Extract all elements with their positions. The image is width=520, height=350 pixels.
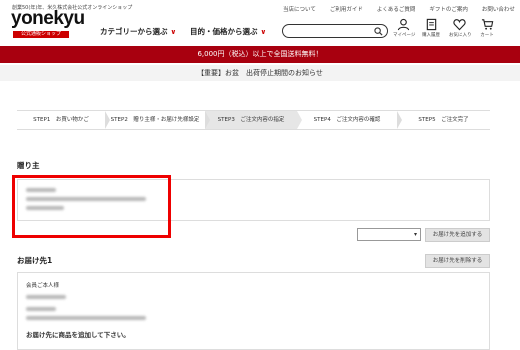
top-links: 当店について ご利用ガイド よくあるご質問 ギフトのご案内 お問い合わせ [283,5,515,13]
cart-icon [481,19,493,30]
logo-badge: 公式通販ショップ [13,31,69,38]
recipient-line-blurred [26,295,66,299]
search-input[interactable] [282,24,388,38]
mypage-icon [397,18,409,31]
step-3-label: STEP3 ご注文内容の指定 [217,117,285,123]
empty-delivery-message: お届け先に商品を追加して下さい。 [26,331,130,339]
notice-link[interactable]: 【重要】お盆 出荷停止期間のお知らせ [0,65,520,81]
recipient-address-blurred [26,316,146,320]
mypage-button[interactable]: マイページ [393,18,416,38]
history-label: 購入履歴 [422,33,440,38]
step-2: STEP2 贈り主様・お届け先様設定 [105,111,210,129]
address-select[interactable]: ▾ [357,228,421,241]
link-faq[interactable]: よくあるご質問 [377,5,416,13]
chevron-down-icon: ▾ [413,231,417,238]
link-about[interactable]: 当店について [283,5,316,13]
checkout-steps: STEP1 お買い物かご STEP2 贈り主様・お届け先様設定 STEP3 ご注… [17,110,490,130]
step-5: STEP5 ご注文完了 [397,111,490,129]
step-2-label: STEP2 贈り主様・お届け先様設定 [110,117,200,123]
search-icon[interactable] [374,27,383,36]
nav-purpose[interactable]: 目的・価格から選ぶ ∨ [190,26,266,37]
free-shipping-banner: 6,000円（税込）以上で全国送料無料！ [0,46,520,63]
header-icons: マイページ 購入履歴 お気に入り カート [393,18,497,38]
nav-category-label: カテゴリーから選ぶ [100,27,168,36]
nav-category[interactable]: カテゴリーから選ぶ ∨ [100,26,176,37]
site-logo[interactable]: yonekyu [11,9,85,28]
recipient-name: 会員ご本人様 [26,283,60,289]
highlight-box [12,175,171,238]
site-header: 創業50(年)年、米久株式会社公式オンラインショップ yonekyu 公式通販シ… [0,0,520,42]
link-gift[interactable]: ギフトのご案内 [429,5,468,13]
favorite-label: お気に入り [449,33,472,38]
recipient-postal-blurred [26,307,56,311]
history-button[interactable]: 購入履歴 [421,18,441,38]
delivery-panel: 会員ご本人様 お届け先に商品を追加して下さい。 [17,272,490,350]
delivery-title: お届け先1 [17,256,53,265]
sender-title: 贈り主 [17,161,40,170]
link-contact[interactable]: お問い合わせ [482,5,515,13]
step-4-label: STEP4 ご注文内容の確認 [313,117,381,123]
step-3: STEP3 ご注文内容の指定 [205,111,302,129]
step-1: STEP1 お買い物かご [17,111,110,129]
favorite-button[interactable]: お気に入り [449,18,472,38]
link-guide[interactable]: ご利用ガイド [330,5,363,13]
step-5-label: STEP5 ご注文完了 [418,117,469,123]
history-icon [426,18,436,31]
nav-purpose-label: 目的・価格から選ぶ [190,27,258,36]
favorite-icon [452,19,466,31]
add-delivery-button[interactable]: お届け先を追加する [425,228,490,242]
mypage-label: マイページ [393,33,416,38]
chevron-down-icon: ∨ [260,27,267,36]
delete-delivery-button[interactable]: お届け先を削除する [425,254,490,268]
chevron-down-icon: ∨ [170,27,177,36]
cart-label: カート [480,33,494,38]
cart-button[interactable]: カート [477,18,497,38]
step-4: STEP4 ご注文内容の確認 [297,111,402,129]
step-1-label: STEP1 お買い物かご [33,117,89,123]
